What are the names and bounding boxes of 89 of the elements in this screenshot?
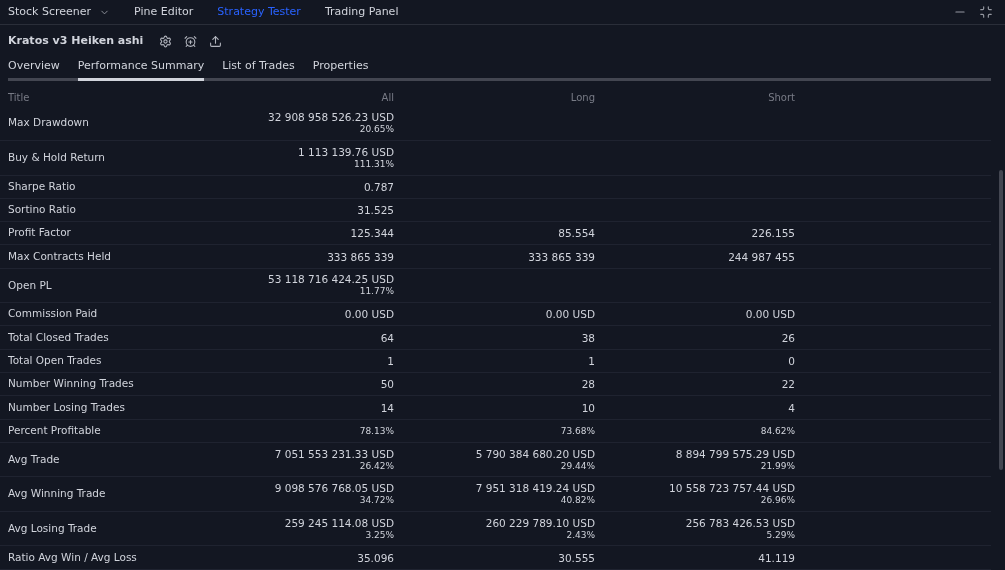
metric-label: Profit Factor	[8, 225, 72, 241]
percent-value: 5.29%	[766, 528, 795, 541]
table-cell: 31.525	[357, 203, 394, 216]
scrollbar[interactable]	[999, 170, 1003, 470]
percent-value: 3.25%	[365, 528, 394, 541]
table-cell: 64	[380, 331, 394, 344]
column-header: Long	[570, 91, 595, 105]
table-cell: 22	[781, 378, 795, 391]
metric-label: Max Contracts Held	[8, 248, 112, 264]
table-cell: 0.00 USD	[344, 308, 394, 321]
panel-tab[interactable]: Trading Panel	[324, 3, 399, 21]
metric-label: Total Open Trades	[8, 353, 103, 369]
percent-value: 21.99%	[760, 459, 795, 472]
percent-value: 84.62%	[760, 424, 795, 437]
tab[interactable]: Performance Summary	[77, 58, 205, 81]
strategy-title: Kratos v3 Heiken ashi	[8, 33, 144, 50]
metric-label: Avg Trade	[8, 451, 61, 467]
upload-icon[interactable]	[209, 35, 223, 48]
table-cell: 9 098 576 768.05 USD	[274, 482, 394, 495]
table-cell: 260 229 789.10 USD	[485, 516, 595, 529]
metric-label: Total Closed Trades	[8, 329, 110, 345]
table-cell: 32 908 958 526.23 USD	[268, 111, 394, 124]
tab[interactable]: List of Trades	[222, 58, 295, 81]
percent-value: 26.96%	[760, 494, 795, 507]
metric-label: Sharpe Ratio	[8, 178, 77, 194]
alarm-clock-icon[interactable]	[184, 35, 198, 48]
table-cell: 53 118 716 424.25 USD	[268, 273, 394, 286]
table-cell: 0	[788, 354, 795, 367]
metric-label: Sortino Ratio	[8, 202, 77, 218]
column-header: All	[381, 91, 394, 105]
table-cell: 1 113 139.76 USD	[298, 145, 394, 158]
panel-tab[interactable]: Stock Screener	[8, 3, 111, 21]
percent-value: 11.77%	[359, 285, 394, 298]
percent-value: 2.43%	[566, 528, 595, 541]
tab[interactable]: Properties	[312, 58, 369, 81]
table-cell: 0.787	[363, 180, 394, 193]
table-cell: 26	[781, 331, 795, 344]
table-cell: 7 051 553 231.33 USD	[274, 447, 394, 460]
settings-icon[interactable]	[159, 35, 173, 48]
percent-value: 26.42%	[359, 459, 394, 472]
metric-label: Avg Winning Trade	[8, 486, 107, 502]
table-cell: 333 865 339	[327, 250, 394, 263]
percent-value: 20.65%	[359, 123, 394, 136]
table-cell: 226.155	[751, 227, 795, 240]
table-cell: 4	[788, 401, 795, 414]
table-cell: 333 865 339	[528, 250, 595, 263]
table-cell: 8 894 799 575.29 USD	[675, 447, 795, 460]
metric-label: Max Drawdown	[8, 115, 90, 131]
table-cell: 256 783 426.53 USD	[685, 516, 795, 529]
table-cell: 1	[387, 354, 394, 367]
table-cell: 0.00 USD	[545, 308, 595, 321]
metric-label: Commission Paid	[8, 306, 99, 322]
collapse-button[interactable]	[979, 5, 993, 19]
table-cell: 28	[581, 378, 595, 391]
panel-tab[interactable]: Strategy Tester	[217, 3, 301, 21]
metric-label: Number Losing Trades	[8, 399, 126, 415]
table-cell: 14	[380, 401, 394, 414]
percent-value: 29.44%	[560, 459, 595, 472]
table-cell: 85.554	[558, 227, 595, 240]
table-cell: 41.119	[758, 551, 795, 564]
table-cell: 50	[380, 378, 394, 391]
collapse-icon	[979, 5, 993, 19]
table-cell: 38	[581, 331, 595, 344]
table-cell: 0.00 USD	[745, 308, 795, 321]
metric-label: Buy & Hold Return	[8, 149, 107, 165]
percent-value: 40.82%	[560, 494, 595, 507]
percent-value: 78.13%	[359, 424, 394, 437]
metric-label: Percent Profitable	[8, 422, 102, 438]
table-cell: 30.555	[558, 551, 595, 564]
percent-value: 111.31%	[353, 157, 394, 170]
panel-tab[interactable]: Pine Editor	[134, 3, 194, 21]
metric-label: Number Winning Trades	[8, 376, 135, 392]
metric-label: Avg Losing Trade	[8, 520, 98, 536]
table-cell: 244 987 455	[728, 250, 795, 263]
column-header: Short	[768, 91, 795, 105]
table-cell: 10 558 723 757.44 USD	[669, 482, 795, 495]
metric-label: Ratio Avg Win / Avg Loss	[8, 549, 138, 565]
table-cell: 7 951 318 419.24 USD	[475, 482, 595, 495]
percent-value: 34.72%	[359, 494, 394, 507]
table-cell: 125.344	[350, 227, 394, 240]
table-cell: 259 245 114.08 USD	[284, 516, 394, 529]
table-cell: 10	[581, 401, 595, 414]
metric-label: Open PL	[8, 277, 53, 293]
percent-value: 73.68%	[560, 424, 595, 437]
table-cell: 5 790 384 680.20 USD	[475, 447, 595, 460]
table-cell: 35.096	[357, 551, 394, 564]
tab[interactable]: Overview	[8, 58, 60, 81]
table-cell: 1	[588, 354, 595, 367]
column-header: Title	[8, 91, 31, 105]
